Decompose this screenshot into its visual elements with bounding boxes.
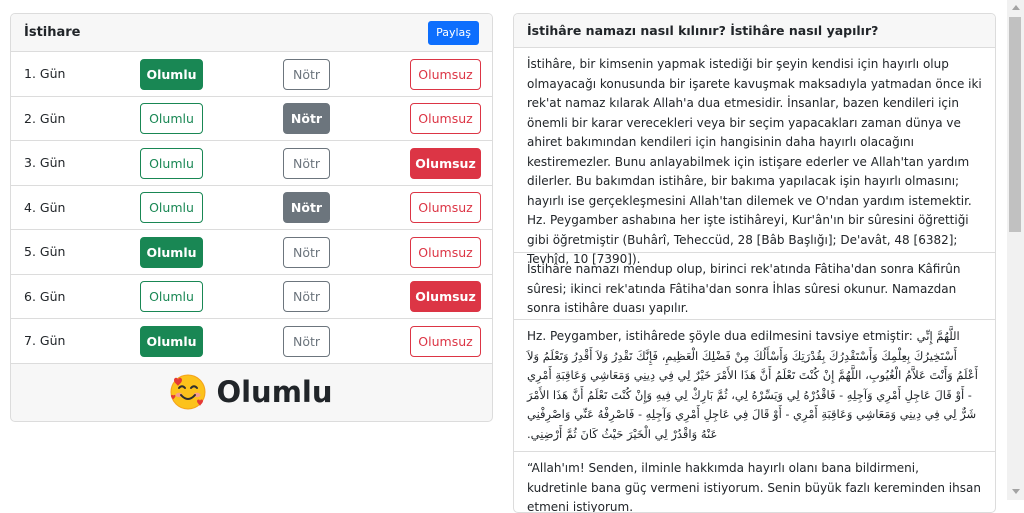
scroll-down-arrow-icon[interactable] (1012, 489, 1020, 494)
info-paragraph-2: İstihâre namazı mendup olup, birinci rek… (514, 253, 995, 320)
day-row: 1. Gün Olumlu Nötr Olumsuz (11, 52, 492, 97)
negative-button[interactable]: Olumsuz (410, 147, 481, 179)
day-row: 5. Gün Olumlu Nötr Olumsuz (11, 230, 492, 275)
positive-button[interactable]: Olumlu (140, 236, 203, 268)
day-row: 6. Gün Olumlu Nötr Olumsuz (11, 274, 492, 319)
istihare-card-header: İstihare Paylaş (11, 14, 492, 52)
positive-button[interactable]: Olumlu (140, 103, 203, 134)
dua-translation: “Allah'ım! Senden, ilminle hakkımda hayı… (514, 452, 995, 512)
positive-button[interactable]: Olumlu (140, 58, 203, 90)
dua-intro: Hz. Peygamber, istihârede şöyle dua edil… (527, 329, 913, 343)
day-list: 1. Gün Olumlu Nötr Olumsuz 2. Gün Olumlu Nötr O… (11, 52, 492, 364)
neutral-button[interactable]: Nötr (283, 236, 330, 268)
dua-arabic: اللَّهُمَّ إِنِّي أَسْتَخِيرُكَ بِعِلْمِ… (527, 329, 978, 441)
negative-button[interactable]: Olumsuz (410, 281, 481, 312)
neutral-button[interactable]: Nötr (283, 325, 330, 357)
positive-button[interactable]: Olumlu (140, 147, 203, 179)
day-label: 7. Gün (24, 333, 66, 348)
day-row: 3. Gün Olumlu Nötr Olumsuz (11, 141, 492, 186)
neutral-button[interactable]: Nötr (283, 281, 330, 312)
neutral-button[interactable]: Nötr (283, 192, 330, 223)
scroll-up-arrow-icon[interactable] (1012, 5, 1020, 10)
positive-button[interactable]: Olumlu (140, 325, 203, 357)
day-label: 1. Gün (24, 66, 66, 81)
neutral-button[interactable]: Nötr (283, 58, 330, 90)
negative-button[interactable]: Olumsuz (410, 58, 481, 90)
day-row: 2. Gün Olumlu Nötr Olumsuz (11, 96, 492, 141)
negative-button[interactable]: Olumsuz (410, 325, 481, 357)
info-paragraph-1: İstihâre, bir kimsenin yapmak istediği b… (514, 48, 995, 266)
negative-button[interactable]: Olumsuz (410, 236, 481, 268)
negative-button[interactable]: Olumsuz (410, 192, 481, 223)
share-button[interactable]: Paylaş (428, 20, 479, 45)
day-label: 3. Gün (24, 155, 66, 170)
info-card: İstihâre namazı nasıl kılınır? İstihâre … (513, 13, 996, 513)
positive-button[interactable]: Olumlu (140, 281, 203, 312)
positive-button[interactable]: Olumlu (140, 192, 203, 223)
negative-button[interactable]: Olumsuz (410, 103, 481, 134)
day-label: 4. Gün (24, 199, 66, 215)
day-row: 7. Gün Olumlu Nötr Olumsuz (11, 319, 492, 364)
dua-paragraph: Hz. Peygamber, istihârede şöyle dua edil… (514, 320, 995, 452)
result-text: Olumlu (216, 375, 333, 409)
neutral-button[interactable]: Nötr (283, 147, 330, 179)
result-area: Olumlu (11, 363, 492, 421)
day-row: 4. Gün Olumlu Nötr Olumsuz (11, 185, 492, 230)
neutral-button[interactable]: Nötr (283, 103, 330, 134)
info-title: İstihâre namazı nasıl kılınır? İstihâre … (514, 14, 995, 48)
page-scrollbar[interactable] (1007, 0, 1024, 500)
day-label: 6. Gün (24, 288, 66, 304)
istihare-title: İstihare (24, 25, 81, 40)
day-label: 5. Gün (24, 244, 66, 259)
istihare-card: İstihare Paylaş 1. Gün Olumlu Nötr Olumsuz 2… (10, 13, 493, 422)
scrollbar-thumb[interactable] (1009, 17, 1021, 232)
smiling-face-with-hearts-icon (170, 374, 206, 410)
day-label: 2. Gün (24, 110, 66, 126)
